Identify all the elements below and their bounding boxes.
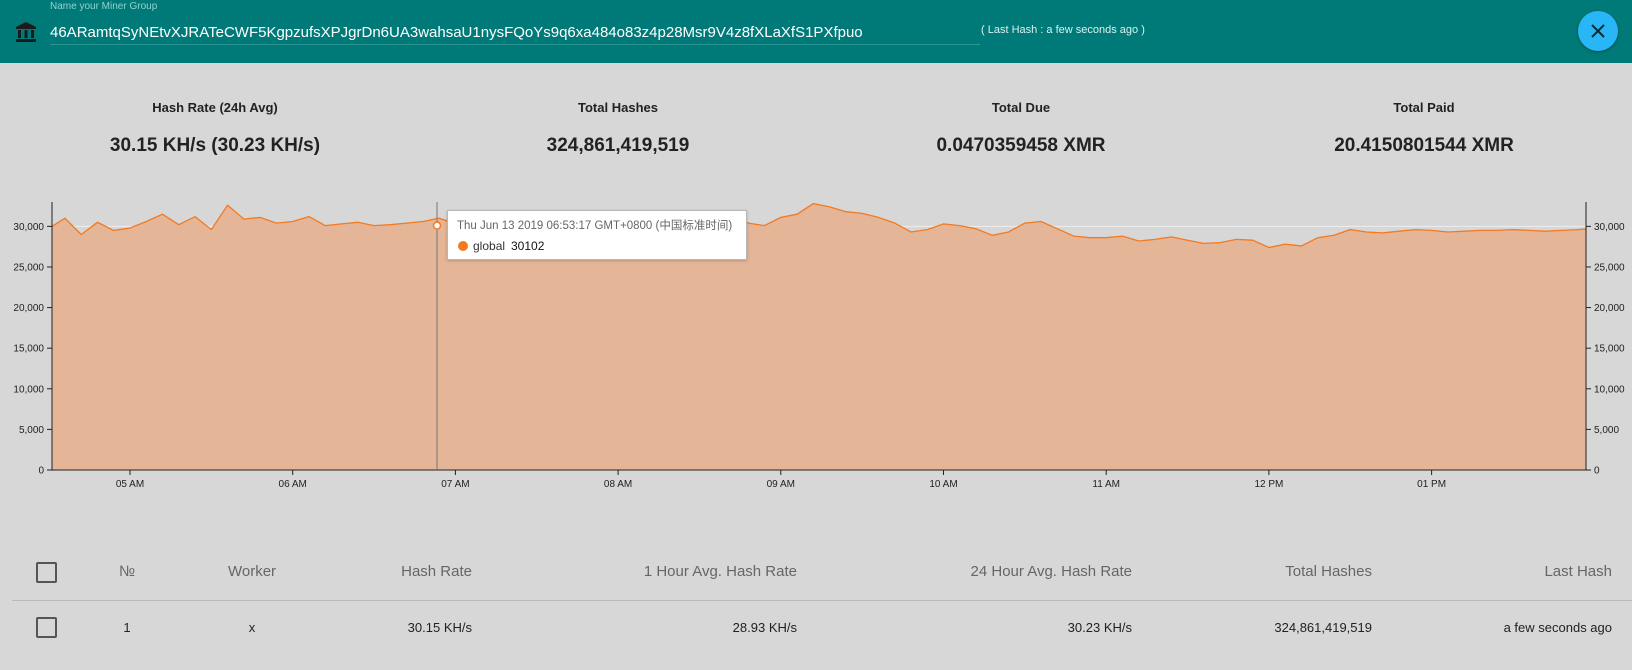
y-tick-label-right: 25,000 xyxy=(1594,262,1625,273)
x-tick-label: 09 AM xyxy=(767,479,795,490)
tooltip-title: Thu Jun 13 2019 06:53:17 GMT+0800 (中国标准时… xyxy=(457,220,733,232)
col-no[interactable]: № xyxy=(112,563,142,580)
hash-rate-chart[interactable]: 0 0 5,000 5,000 10,000 10,000 15,000 15,000 20,0… xyxy=(0,200,1632,500)
miner-group-label: Name your Miner Group xyxy=(50,1,158,12)
cell-worker: x xyxy=(248,620,256,635)
y-tick-label: 15,000 xyxy=(13,344,44,355)
tooltip-series: global xyxy=(473,239,506,253)
x-tick-label: 10 AM xyxy=(929,479,957,490)
select-all-checkbox[interactable] xyxy=(36,562,57,583)
y-tick-label-right: 20,000 xyxy=(1594,303,1625,314)
y-tick-label-right: 15,000 xyxy=(1594,344,1625,355)
chart-tooltip: Thu Jun 13 2019 06:53:17 GMT+0800 (中国标准时… xyxy=(447,210,747,260)
stat-hash-rate: Hash Rate (24h Avg) 30.15 KH/s (30.23 KH… xyxy=(50,100,380,157)
y-tick-label: 20,000 xyxy=(13,303,44,314)
series-area xyxy=(52,203,1586,470)
cell-last-hash: a few seconds ago xyxy=(1503,620,1612,635)
y-tick-label-right: 0 xyxy=(1594,466,1600,477)
hover-point xyxy=(432,221,442,230)
col-1h-avg[interactable]: 1 Hour Avg. Hash Rate xyxy=(572,563,797,580)
y-tick-label: 5,000 xyxy=(19,425,44,436)
x-tick-label: 05 AM xyxy=(116,479,144,490)
stat-value: 0.0470359458 XMR xyxy=(936,135,1106,156)
tooltip-value: 30102 xyxy=(511,239,545,253)
top-bar: Name your Miner Group ( Last Hash : a fe… xyxy=(0,0,1632,63)
chart-svg[interactable]: 0 0 5,000 5,000 10,000 10,000 15,000 15,000 20,0… xyxy=(0,200,1632,500)
cell-no: 1 xyxy=(123,620,131,635)
table-header-row: № Worker Hash Rate 1 Hour Avg. Hash Rate… xyxy=(12,552,1632,601)
last-hash-note: ( Last Hash : a few seconds ago ) xyxy=(981,24,1145,36)
x-tick-label: 01 PM xyxy=(1417,479,1446,490)
cell-hash-rate: 30.15 KH/s xyxy=(407,620,472,635)
stat-value: 324,861,419,519 xyxy=(546,135,690,156)
table-row[interactable]: 1 x 30.15 KH/s 28.93 KH/s 30.23 KH/s 324… xyxy=(12,601,1632,657)
stat-value: 30.15 KH/s (30.23 KH/s) xyxy=(109,135,321,156)
x-tick-label: 06 AM xyxy=(279,479,307,490)
cell-total-hashes: 324,861,419,519 xyxy=(1274,620,1372,635)
bank-icon xyxy=(16,22,36,42)
col-last-hash[interactable]: Last Hash xyxy=(1432,563,1612,580)
col-24h-avg[interactable]: 24 Hour Avg. Hash Rate xyxy=(892,563,1132,580)
cell-1h-avg: 28.93 KH/s xyxy=(732,620,797,635)
y-tick-label: 25,000 xyxy=(13,262,44,273)
col-worker[interactable]: Worker xyxy=(207,563,297,580)
y-tick-label-right: 5,000 xyxy=(1594,425,1619,436)
miner-address-input[interactable] xyxy=(50,20,980,45)
stat-label: Hash Rate (24h Avg) xyxy=(152,100,278,115)
x-tick-label: 12 PM xyxy=(1254,479,1283,490)
stat-total-hashes: Total Hashes 324,861,419,519 xyxy=(453,100,783,157)
x-tick-label: 08 AM xyxy=(604,479,632,490)
stat-total-paid: Total Paid 20.4150801544 XMR xyxy=(1259,100,1589,157)
stat-label: Total Paid xyxy=(1393,100,1455,115)
y-tick-label-right: 30,000 xyxy=(1594,222,1625,233)
x-tick-label: 07 AM xyxy=(441,479,469,490)
col-hash-rate[interactable]: Hash Rate xyxy=(312,563,472,580)
stat-total-due: Total Due 0.0470359458 XMR xyxy=(856,100,1186,157)
stat-label: Total Hashes xyxy=(578,100,658,115)
col-total-hashes[interactable]: Total Hashes xyxy=(1192,563,1372,580)
y-tick-label: 0 xyxy=(38,466,44,477)
row-checkbox[interactable] xyxy=(36,617,57,638)
series-dot-icon xyxy=(458,241,468,251)
y-tick-label: 10,000 xyxy=(13,384,44,395)
close-icon xyxy=(1591,24,1605,38)
x-tick-label: 11 AM xyxy=(1092,479,1120,490)
y-tick-label: 30,000 xyxy=(13,222,44,233)
stat-value: 20.4150801544 XMR xyxy=(1334,135,1514,156)
close-button[interactable] xyxy=(1578,11,1618,51)
stat-label: Total Due xyxy=(991,100,1051,115)
cell-24h-avg: 30.23 KH/s xyxy=(1067,620,1132,635)
y-tick-label-right: 10,000 xyxy=(1594,384,1625,395)
